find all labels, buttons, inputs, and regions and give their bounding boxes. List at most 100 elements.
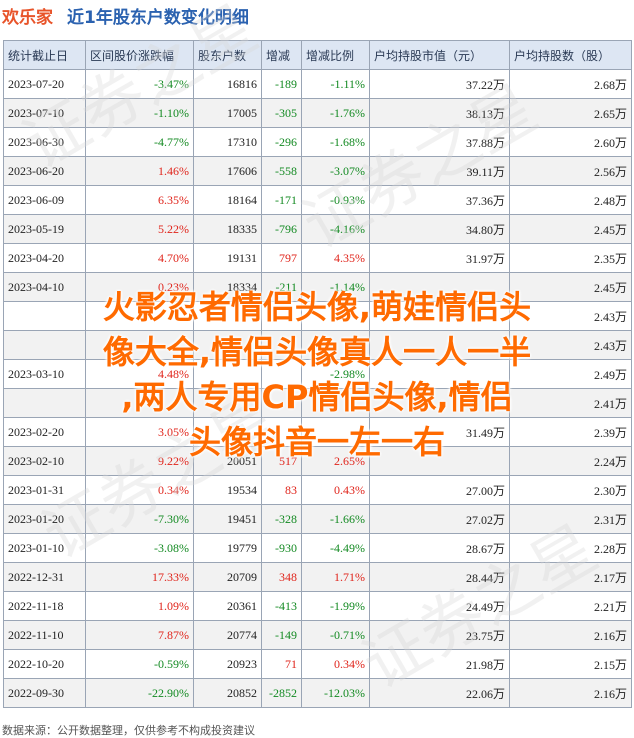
cell-avg-shares: 2.16万 [509, 620, 632, 650]
cell-avg-shares: 2.60万 [509, 127, 632, 157]
cell-avg-shares: 2.56万 [509, 156, 632, 186]
cell-avg-value: 24.49万 [369, 591, 510, 621]
cell-avg-value: 38.13万 [369, 98, 510, 128]
cell-delta: -305 [261, 98, 302, 128]
table-row: 2023-06-30 -4.77% 17310 -296 -1.68% 37.88万 2.6… [3, 127, 632, 157]
column-header-price-change: 区间股价涨跌幅 [85, 40, 194, 70]
cell-date: 2023-07-10 [3, 98, 86, 128]
cell-date: 2023-01-20 [3, 504, 86, 534]
cell-price-change: 1.09% [85, 591, 194, 621]
cell-avg-value: 23.75万 [369, 620, 510, 650]
table-row: 2023-04-20 4.70% 19131 797 4.35% 31.97万 2.35万 [3, 243, 632, 273]
cell-avg-shares: 2.16万 [509, 678, 632, 708]
cell-avg-shares: 2.65万 [509, 98, 632, 128]
cell-ratio: -1.76% [301, 98, 370, 128]
column-header-date: 统计截止日 [3, 40, 86, 70]
table-row: 2023-06-20 1.46% 17606 -558 -3.07% 39.11万 2.56… [3, 156, 632, 186]
cell-holders: 19451 [193, 504, 262, 534]
cell-price-change: 17.33% [85, 562, 194, 592]
cell-date: 2023-07-20 [3, 69, 86, 99]
cell-holders: 20709 [193, 562, 262, 592]
cell-ratio: 0.34% [301, 649, 370, 679]
column-header-avg-value: 户均持股市值（元） [369, 40, 510, 70]
cell-avg-value: 28.44万 [369, 562, 510, 592]
cell-date: 2022-11-18 [3, 591, 86, 621]
cell-ratio: 1.71% [301, 562, 370, 592]
cell-holders: 19534 [193, 475, 262, 505]
cell-holders: 16816 [193, 69, 262, 99]
cell-price-change: -3.47% [85, 69, 194, 99]
cell-holders: 20852 [193, 678, 262, 708]
cell-avg-shares: 2.28万 [509, 533, 632, 563]
cell-avg-shares: 2.45万 [509, 214, 632, 244]
cell-date: 2023-05-19 [3, 214, 86, 244]
cell-holders: 17005 [193, 98, 262, 128]
cell-avg-value: 39.11万 [369, 156, 510, 186]
cell-avg-value: 37.22万 [369, 69, 510, 99]
cell-avg-value: 31.97万 [369, 243, 510, 273]
cell-delta: -2852 [261, 678, 302, 708]
cell-ratio: -12.03% [301, 678, 370, 708]
cell-date: 2023-06-20 [3, 156, 86, 186]
table-row: 2023-05-19 5.22% 18335 -796 -4.16% 34.80万 2.45… [3, 214, 632, 244]
cell-holders: 19131 [193, 243, 262, 273]
cell-avg-value: 27.00万 [369, 475, 510, 505]
table-row: 2022-09-30 -22.90% 20852 -2852 -12.03% 22.06万… [3, 678, 632, 708]
overlay-line: ,两人专用CP情侣头像,情侣 [121, 378, 513, 416]
table-row: 2023-01-10 -3.08% 19779 -930 -4.49% 28.67万 2.2… [3, 533, 632, 563]
cell-avg-value: 34.80万 [369, 214, 510, 244]
cell-delta: 348 [261, 562, 302, 592]
cell-date: 2023-06-09 [3, 185, 86, 215]
cell-price-change: 7.87% [85, 620, 194, 650]
cell-price-change: 0.34% [85, 475, 194, 505]
column-header-ratio: 增减比例 [301, 40, 370, 70]
cell-avg-value: 37.36万 [369, 185, 510, 215]
cell-avg-shares: 2.35万 [509, 243, 632, 273]
cell-ratio: 0.43% [301, 475, 370, 505]
overlay-line: 像大全,情侣头像真人一人一半 [102, 333, 532, 371]
cell-price-change: -7.30% [85, 504, 194, 534]
cell-ratio: -3.07% [301, 156, 370, 186]
cell-ratio: 4.35% [301, 243, 370, 273]
column-header-avg-shares: 户均持股数（股） [509, 40, 632, 70]
cell-holders: 20361 [193, 591, 262, 621]
table-row: 2023-07-10 -1.10% 17005 -305 -1.76% 38.13万 2.6… [3, 98, 632, 128]
cell-holders: 17606 [193, 156, 262, 186]
table-row: 2023-06-09 6.35% 18164 -171 -0.93% 37.36万 2.48… [3, 185, 632, 215]
table-row: 2022-11-10 7.87% 20774 -149 -0.71% 23.75万 2.16… [3, 620, 632, 650]
cell-avg-value: 37.88万 [369, 127, 510, 157]
cell-price-change: 6.35% [85, 185, 194, 215]
overlay-line: 火影忍者情侣头像,萌娃情侣头 [102, 288, 532, 326]
cell-delta: -930 [261, 533, 302, 563]
table-row: 2022-12-31 17.33% 20709 348 1.71% 28.44万 2.17万 [3, 562, 632, 592]
cell-delta: 83 [261, 475, 302, 505]
cell-avg-value: 28.67万 [369, 533, 510, 563]
cell-holders: 20923 [193, 649, 262, 679]
cell-holders: 18164 [193, 185, 262, 215]
cell-price-change: -4.77% [85, 127, 194, 157]
cell-date: 2023-06-30 [3, 127, 86, 157]
overlay-line: 头像抖音一左一右 [188, 423, 445, 461]
cell-ratio: -4.49% [301, 533, 370, 563]
cell-ratio: -0.93% [301, 185, 370, 215]
cell-delta: -328 [261, 504, 302, 534]
cell-date: 2022-12-31 [3, 562, 86, 592]
cell-delta: -149 [261, 620, 302, 650]
cell-avg-value: 27.02万 [369, 504, 510, 534]
cell-date: 2022-09-30 [3, 678, 86, 708]
cell-avg-value: 22.06万 [369, 678, 510, 708]
cell-ratio: -0.71% [301, 620, 370, 650]
table-row: 2023-01-20 -7.30% 19451 -328 -1.66% 27.02万 2.3… [3, 504, 632, 534]
cell-delta: -171 [261, 185, 302, 215]
cell-date: 2023-04-20 [3, 243, 86, 273]
page-header: 欢乐家 近1年股东户数变化明细 [0, 0, 634, 30]
data-source-note: 数据来源：公开数据整理，仅供参考不构成投资建议 [2, 724, 255, 737]
cell-holders: 20774 [193, 620, 262, 650]
table-row: 2023-07-20 -3.47% 16816 -189 -1.11% 37.22万 2.6… [3, 69, 632, 99]
cell-ratio: -1.99% [301, 591, 370, 621]
column-header-delta: 增减 [261, 40, 302, 70]
cell-holders: 17310 [193, 127, 262, 157]
cell-avg-shares: 2.30万 [509, 475, 632, 505]
table-row: 2023-01-31 0.34% 19534 83 0.43% 27.00万 2.30万 [3, 475, 632, 505]
page-title: 近1年股东户数变化明细 [67, 7, 249, 28]
